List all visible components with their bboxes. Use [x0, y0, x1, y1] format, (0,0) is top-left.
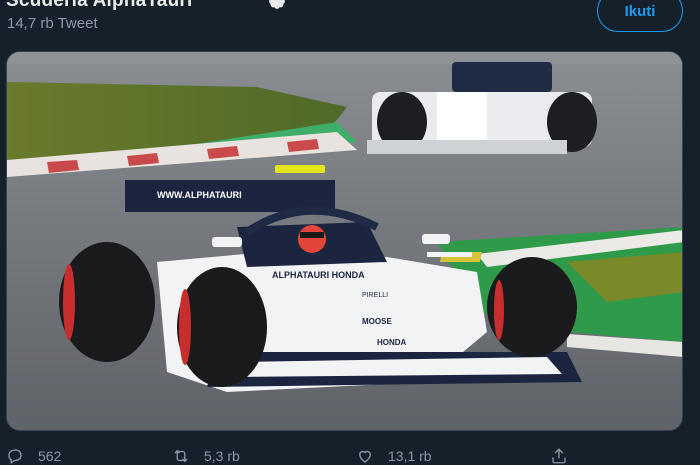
- verified-badge-icon: [269, 0, 285, 9]
- retweet-count: 5,3 rb: [204, 447, 240, 464]
- nose-sponsor-2: MOOSE: [362, 317, 392, 326]
- retweet-action[interactable]: 5,3 rb: [172, 446, 240, 465]
- front-left-tyre: [177, 267, 267, 387]
- racing-photo: WWW.ALPHATAURI ALPHATAURI HONDA PIRELLI …: [7, 52, 682, 430]
- share-action[interactable]: [550, 446, 582, 465]
- account-name[interactable]: Scuderia AlphaTauri: [6, 0, 192, 12]
- retweet-icon: [174, 449, 188, 462]
- tweet-photo[interactable]: WWW.ALPHATAURI ALPHATAURI HONDA PIRELLI …: [6, 51, 683, 431]
- heart-icon: [359, 450, 371, 463]
- side-sponsor: ALPHATAURI HONDA: [272, 270, 365, 280]
- nose-sponsor-1: PIRELLI: [362, 292, 388, 299]
- nose-sponsor-3: HONDA: [377, 338, 407, 347]
- reply-icon: [8, 448, 22, 464]
- tweet-count: 14,7 rb Tweet: [7, 15, 98, 32]
- reply-action[interactable]: 562: [6, 446, 61, 465]
- front-right-tyre: [487, 257, 577, 357]
- reply-count: 562: [38, 447, 62, 464]
- like-action[interactable]: 13,1 rb: [356, 446, 432, 465]
- wing-sponsor: WWW.ALPHATAURI: [157, 190, 242, 200]
- follow-button[interactable]: Ikuti: [597, 0, 683, 32]
- tweet-actions: 562 5,3 rb 13,1 rb: [0, 446, 700, 465]
- share-icon: [552, 447, 566, 463]
- profile-header: Scuderia AlphaTauri 14,7 rb Tweet Ikuti: [0, 0, 700, 50]
- like-count: 13,1 rb: [388, 447, 432, 464]
- rear-left-tyre: [59, 242, 155, 362]
